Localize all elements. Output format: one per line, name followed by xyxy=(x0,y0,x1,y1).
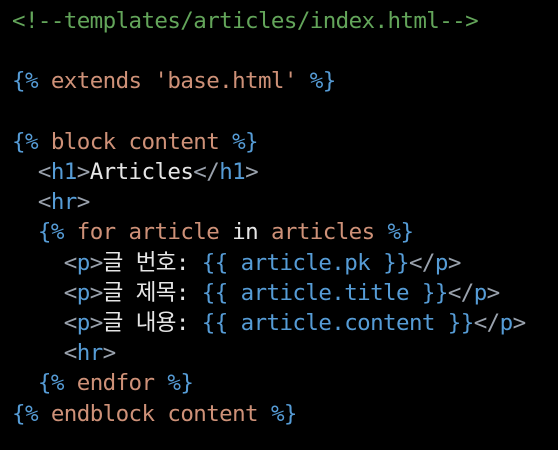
code-token: endblock xyxy=(37,400,168,427)
code-token: %} xyxy=(258,400,298,427)
code-token: content xyxy=(128,128,220,155)
code-line: <p>글 번호: {{ article.pk }}</p> xyxy=(12,248,462,278)
code-token: endfor xyxy=(63,370,168,397)
code-line: <hr> xyxy=(12,338,116,368)
code-token: {% xyxy=(37,370,65,397)
code-token: article.content xyxy=(227,310,448,336)
code-line: {% extends 'base.html' %} xyxy=(12,66,336,96)
code-token: p xyxy=(434,249,449,276)
code-token: hr xyxy=(76,340,104,367)
code-token: {% xyxy=(12,68,39,95)
code-editor[interactable]: <!--templates/articles/index.html--> {% e… xyxy=(0,0,558,450)
code-token: extends xyxy=(37,68,155,95)
code-token: </ xyxy=(193,159,220,185)
code-token: for xyxy=(63,219,129,246)
code-token: < xyxy=(63,340,78,367)
code-token: p xyxy=(473,279,488,306)
code-line: <p>글 제목: {{ article.title }}</p> xyxy=(12,278,500,308)
code-token: {{ xyxy=(201,279,229,306)
code-token: {{ xyxy=(201,310,229,336)
code-token: <!--templates/articles/index.html--> xyxy=(12,8,479,34)
code-token: h1 xyxy=(50,159,78,185)
code-token: > xyxy=(102,340,117,367)
code-token: {{ xyxy=(201,249,229,276)
code-token: block xyxy=(37,128,129,155)
code-token: </ xyxy=(473,310,501,336)
code-line: {% for article in articles %} xyxy=(12,217,414,247)
code-token: </ xyxy=(447,279,475,306)
code-token: {% xyxy=(12,400,39,427)
code-token: > xyxy=(76,159,91,185)
code-token: < xyxy=(63,279,78,306)
code-token: 글 내용: xyxy=(102,310,202,336)
code-token: hr xyxy=(50,189,78,216)
code-token: > xyxy=(447,249,462,276)
code-token: {% xyxy=(12,128,39,155)
code-line: <p>글 내용: {{ article.content }}</p> xyxy=(12,308,526,338)
code-token: p xyxy=(76,310,91,336)
code-token: article.pk xyxy=(227,249,384,276)
code-token: < xyxy=(37,189,52,216)
code-token: < xyxy=(63,310,78,336)
code-token: p xyxy=(499,310,514,336)
code-token: }} xyxy=(421,279,449,306)
code-token: > xyxy=(245,159,259,185)
code-line: {% endblock content %} xyxy=(12,399,297,429)
code-line: <h1>Articles</h1> xyxy=(12,157,259,187)
code-token: content xyxy=(167,400,258,427)
code-token: 'base.html' xyxy=(154,68,297,95)
code-token: %} xyxy=(167,370,194,397)
code-token: }} xyxy=(383,249,410,276)
code-token: %} xyxy=(219,128,259,155)
code-token: article xyxy=(128,219,220,246)
code-token: h1 xyxy=(219,159,246,185)
code-line: <hr> xyxy=(12,187,90,217)
code-token: in xyxy=(219,219,271,246)
code-token: > xyxy=(89,249,104,276)
code-token: > xyxy=(89,310,104,336)
code-line: <!--templates/articles/index.html--> xyxy=(12,6,479,36)
code-token: articles xyxy=(270,219,375,246)
code-token: < xyxy=(63,249,78,276)
code-line: {% block content %} xyxy=(12,127,259,157)
code-token: article.title xyxy=(227,279,422,306)
code-token: < xyxy=(37,159,52,185)
code-token: > xyxy=(76,189,91,216)
code-token: 글 번호: xyxy=(102,249,202,276)
code-token: </ xyxy=(408,249,436,276)
code-token: {% xyxy=(37,219,65,246)
code-line: {% endfor %} xyxy=(12,368,194,398)
code-token: > xyxy=(486,279,501,306)
code-token: > xyxy=(512,310,527,336)
code-token: %} xyxy=(296,68,337,95)
code-token: Articles xyxy=(89,159,194,185)
code-token: > xyxy=(89,279,104,306)
code-token: 글 제목: xyxy=(102,279,202,306)
code-token: p xyxy=(76,249,91,276)
code-token: }} xyxy=(447,310,475,336)
code-token: p xyxy=(76,279,91,306)
code-token: %} xyxy=(374,219,414,246)
